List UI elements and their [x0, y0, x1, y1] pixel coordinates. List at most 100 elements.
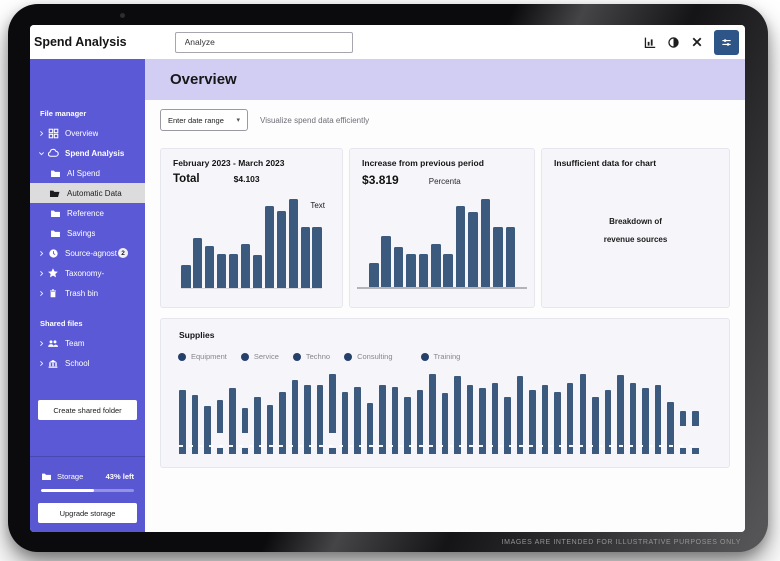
sidebar-item-trash-bin[interactable]: Trash bin — [30, 283, 145, 303]
chevron-right-icon[interactable] — [36, 290, 47, 297]
storage-progress-fill — [41, 489, 94, 492]
bar — [379, 385, 386, 454]
clock-icon — [47, 247, 59, 259]
tablet-bezel: IMAGES ARE INTENDED FOR ILLUSTRATIVE PUR… — [8, 4, 768, 552]
sidebar-item-team[interactable]: Team — [30, 333, 145, 353]
total-label: Total — [173, 173, 200, 185]
bar — [354, 386, 361, 454]
sidebar-item-spend-analysis[interactable]: Spend Analysis — [30, 143, 145, 163]
folder-icon — [49, 207, 61, 219]
cards-row: February 2023 - March 2023 Total $4.103 … — [160, 148, 730, 308]
legend-label: Techno — [305, 352, 331, 361]
main-content: Overview Enter date range ▾ Visualize sp… — [145, 59, 745, 532]
bar — [241, 408, 249, 454]
chevron-right-icon[interactable] — [36, 250, 47, 257]
grid-icon — [47, 127, 59, 139]
search-input[interactable] — [174, 31, 353, 53]
legend-item-training: Training — [420, 352, 461, 361]
bar — [381, 235, 391, 287]
controls-row: Enter date range ▾ Visualize spend data … — [160, 109, 745, 131]
tools-icon[interactable] — [690, 35, 704, 49]
sidebar-item-taxonomy[interactable]: Taxonomy- — [30, 263, 145, 283]
topbar-actions — [642, 29, 739, 55]
empty-chart-message: Breakdown of revenue sources — [542, 213, 729, 249]
folder-icon — [49, 227, 61, 239]
legend-label: Service — [253, 352, 279, 361]
bar-chart-supplies — [179, 372, 699, 454]
bar — [406, 253, 416, 287]
page-title: Overview — [170, 71, 237, 88]
bar — [228, 254, 239, 288]
bar — [579, 374, 586, 454]
chevron-right-icon[interactable] — [36, 340, 47, 347]
bar — [329, 374, 336, 454]
card-title: February 2023 - March 2023 — [173, 158, 285, 168]
bar — [541, 385, 549, 454]
bar-chart-period-total — [181, 199, 323, 289]
preferences-button[interactable] — [714, 29, 739, 55]
sidebar-item-label: Reference — [67, 208, 104, 218]
folder-icon — [41, 471, 52, 482]
chevron-right-icon[interactable] — [36, 130, 47, 137]
folder-open-icon — [49, 187, 61, 199]
bar — [654, 385, 662, 454]
sidebar-item-ai-spend[interactable]: AI Spend — [30, 163, 145, 183]
shared-files-list: Team School — [30, 333, 145, 373]
top-bar: Spend Analysis — [30, 25, 745, 59]
legend-dot — [344, 352, 353, 361]
legend-item-service: Service — [240, 352, 279, 361]
sidebar-item-label: Overview — [65, 128, 99, 138]
sidebar-item-label: AI Spend — [67, 168, 100, 178]
disclaimer-text: IMAGES ARE INTENDED FOR ILLUSTRATIVE PUR… — [501, 539, 741, 546]
sidebar-item-label: Spend Analysis — [65, 148, 125, 158]
star-icon — [47, 267, 59, 279]
chevron-right-icon[interactable] — [36, 270, 47, 277]
trash-icon — [47, 287, 59, 299]
sidebar-item-overview[interactable]: Overview — [30, 123, 145, 143]
app-title: Spend Analysis — [34, 35, 127, 49]
school-icon — [47, 357, 59, 369]
bar — [466, 385, 474, 454]
sidebar-item-school[interactable]: School — [30, 353, 145, 373]
sidebar-item-label: Savings — [67, 228, 96, 238]
storage-label: Storage — [57, 472, 84, 481]
page: IMAGES ARE INTENDED FOR ILLUSTRATIVE PUR… — [0, 0, 780, 561]
sidebar-item-source-agnost[interactable]: Source-agnost 2 — [30, 243, 145, 263]
bar — [491, 383, 499, 454]
date-range-select[interactable]: Enter date range ▾ — [160, 109, 248, 131]
upgrade-storage-button[interactable]: Upgrade storage — [38, 503, 137, 523]
notification-badge: 2 — [118, 248, 129, 258]
app-window: Spend Analysis Analyze File manager Over… — [30, 25, 745, 532]
legend-item-consulting: Consulting — [344, 352, 393, 361]
sidebar-item-label: Source-agnost — [65, 248, 118, 258]
bar — [304, 385, 311, 454]
total-value: $4.103 — [233, 174, 260, 184]
bar — [455, 206, 466, 287]
contrast-icon[interactable] — [666, 35, 680, 49]
card-title: Increase from previous period — [362, 158, 484, 168]
bar — [418, 253, 429, 287]
bar — [443, 253, 453, 287]
sidebar-item-savings[interactable]: Savings — [30, 223, 145, 243]
analytics-icon[interactable] — [642, 35, 656, 49]
bar — [276, 210, 287, 288]
sidebar-item-label: Automatic Data — [67, 188, 122, 198]
bar — [288, 199, 299, 288]
chart-annotation: Text — [310, 201, 326, 210]
chevron-down-icon[interactable] — [36, 150, 47, 157]
sidebar-item-automatic-data[interactable]: Automatic Data — [30, 183, 145, 203]
chevron-down-icon: ▾ — [236, 117, 240, 124]
increase-unit-label: Percenta — [428, 177, 461, 186]
legend-item-equipment: Equipment — [178, 352, 227, 361]
bar — [192, 238, 203, 288]
bar — [391, 386, 399, 454]
sidebar-item-reference[interactable]: Reference — [30, 203, 145, 223]
create-shared-folder-button[interactable]: Create shared folder — [38, 400, 137, 420]
chevron-right-icon[interactable] — [36, 360, 47, 367]
date-range-label: Enter date range — [168, 115, 224, 125]
bar — [393, 247, 404, 287]
legend-label: Training — [433, 352, 461, 361]
bar — [316, 385, 324, 454]
cloud-icon — [47, 147, 59, 159]
storage-panel: Storage 43% left Upgrade storage — [30, 456, 145, 532]
